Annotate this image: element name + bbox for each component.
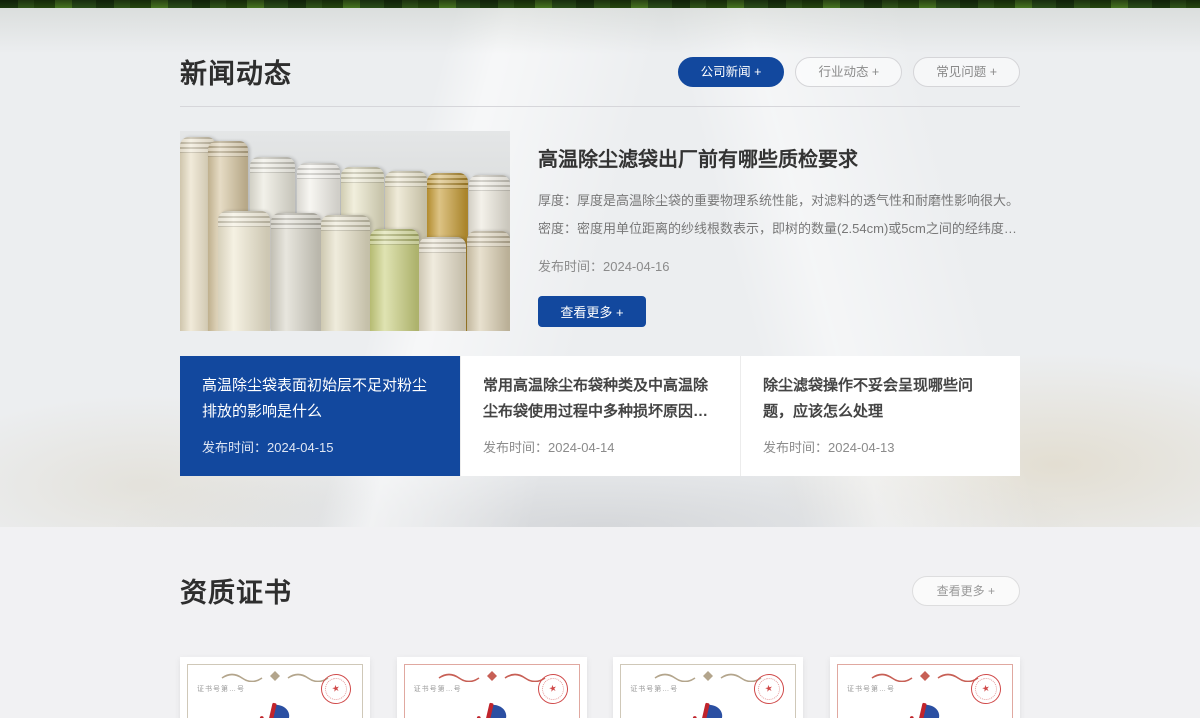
certificates-view-more-button[interactable]: 查看更多 + xyxy=(912,576,1020,606)
filter-bag-graphic xyxy=(467,231,510,331)
certificate-list: 证书号第…号 实用新型专利证书 证书号第…号 发明专利证书 xyxy=(180,657,1020,718)
certificate-flourish-icon xyxy=(653,670,763,682)
date-value: 2024-04-16 xyxy=(603,259,670,274)
certificates-section: 资质证书 查看更多 + 证书号第…号 实用新型专利证书 证书号第…号 xyxy=(0,527,1200,718)
date-label: 发布时间： xyxy=(202,440,267,455)
date-value: 2024-04-13 xyxy=(828,440,895,455)
news-section: 新闻动态 公司新闻 + 行业动态 + 常见问题 + xyxy=(0,8,1200,527)
certificate-number: 证书号第…号 xyxy=(847,684,895,694)
header-divider xyxy=(180,106,1020,107)
certificate-number: 证书号第…号 xyxy=(197,684,245,694)
date-value: 2024-04-15 xyxy=(267,440,334,455)
certificate-number: 证书号第…号 xyxy=(630,684,678,694)
featured-article-body: 高温除尘滤袋出厂前有哪些质检要求 厚度：厚度是高温除尘袋的重要物理系统性能，对滤… xyxy=(510,131,1020,331)
news-card-title: 常用高温除尘布袋种类及中高温除尘布袋使用过程中多种损坏原因分析 xyxy=(483,373,718,425)
certificate-flourish-icon xyxy=(870,670,980,682)
patent-logo-icon xyxy=(471,701,513,718)
tab-industry-news[interactable]: 行业动态 + xyxy=(795,57,902,87)
date-value: 2024-04-14 xyxy=(548,440,615,455)
featured-article-date: 发布时间：2024-04-16 xyxy=(538,256,1020,275)
filter-bag-graphic xyxy=(271,213,321,331)
featured-article-title[interactable]: 高温除尘滤袋出厂前有哪些质检要求 xyxy=(538,143,1020,172)
certificate-flourish-icon xyxy=(437,670,547,682)
tab-company-news[interactable]: 公司新闻 + xyxy=(678,57,785,87)
certificate-card[interactable]: 证书号第…号 发明专利证书 xyxy=(830,657,1020,718)
filter-bag-graphic xyxy=(218,211,270,331)
news-card[interactable]: 高温除尘袋表面初始层不足对粉尘排放的影响是什么 发布时间：2024-04-15 xyxy=(180,356,460,476)
news-card-date: 发布时间：2024-04-13 xyxy=(763,437,998,456)
date-label: 发布时间： xyxy=(763,440,828,455)
certificates-section-title: 资质证书 xyxy=(180,571,292,610)
filter-bag-graphic xyxy=(321,215,370,331)
featured-article-excerpt: 厚度：厚度是高温除尘袋的重要物理系统性能，对滤料的透气性和耐磨性影响很大。密度：… xyxy=(538,187,1020,243)
certificate-card[interactable]: 证书号第…号 实用新型专利证书 xyxy=(613,657,803,718)
tab-faq[interactable]: 常见问题 + xyxy=(913,57,1020,87)
certificate-number: 证书号第…号 xyxy=(414,684,462,694)
news-card-title: 除尘滤袋操作不妥会呈现哪些问题，应该怎么处理 xyxy=(763,373,998,425)
news-card[interactable]: 除尘滤袋操作不妥会呈现哪些问题，应该怎么处理 发布时间：2024-04-13 xyxy=(740,356,1020,476)
news-card-date: 发布时间：2024-04-15 xyxy=(202,437,438,456)
featured-article-image[interactable] xyxy=(180,131,510,331)
news-card-title: 高温除尘袋表面初始层不足对粉尘排放的影响是什么 xyxy=(202,373,438,425)
view-more-button[interactable]: 查看更多 + xyxy=(538,296,646,327)
tree-banner-strip xyxy=(0,0,1200,8)
news-card-list: 高温除尘袋表面初始层不足对粉尘排放的影响是什么 发布时间：2024-04-15 … xyxy=(180,356,1020,476)
patent-logo-icon xyxy=(687,701,729,718)
filter-bag-graphic xyxy=(419,237,466,331)
date-label: 发布时间： xyxy=(483,440,548,455)
featured-article: 高温除尘滤袋出厂前有哪些质检要求 厚度：厚度是高温除尘袋的重要物理系统性能，对滤… xyxy=(180,131,1020,331)
news-card-date: 发布时间：2024-04-14 xyxy=(483,437,718,456)
certificate-card[interactable]: 证书号第…号 发明专利证书 xyxy=(397,657,587,718)
news-section-title: 新闻动态 xyxy=(180,52,292,91)
patent-logo-icon xyxy=(254,701,296,718)
filter-bag-graphic xyxy=(370,229,419,331)
certificate-flourish-icon xyxy=(220,670,330,682)
news-header: 新闻动态 公司新闻 + 行业动态 + 常见问题 + xyxy=(180,8,1020,91)
patent-logo-icon xyxy=(904,701,946,718)
news-tabs: 公司新闻 + 行业动态 + 常见问题 + xyxy=(678,57,1020,87)
certificate-card[interactable]: 证书号第…号 实用新型专利证书 xyxy=(180,657,370,718)
news-card[interactable]: 常用高温除尘布袋种类及中高温除尘布袋使用过程中多种损坏原因分析 发布时间：202… xyxy=(460,356,740,476)
date-label: 发布时间： xyxy=(538,259,603,274)
certificates-header: 资质证书 查看更多 + xyxy=(180,527,1020,610)
